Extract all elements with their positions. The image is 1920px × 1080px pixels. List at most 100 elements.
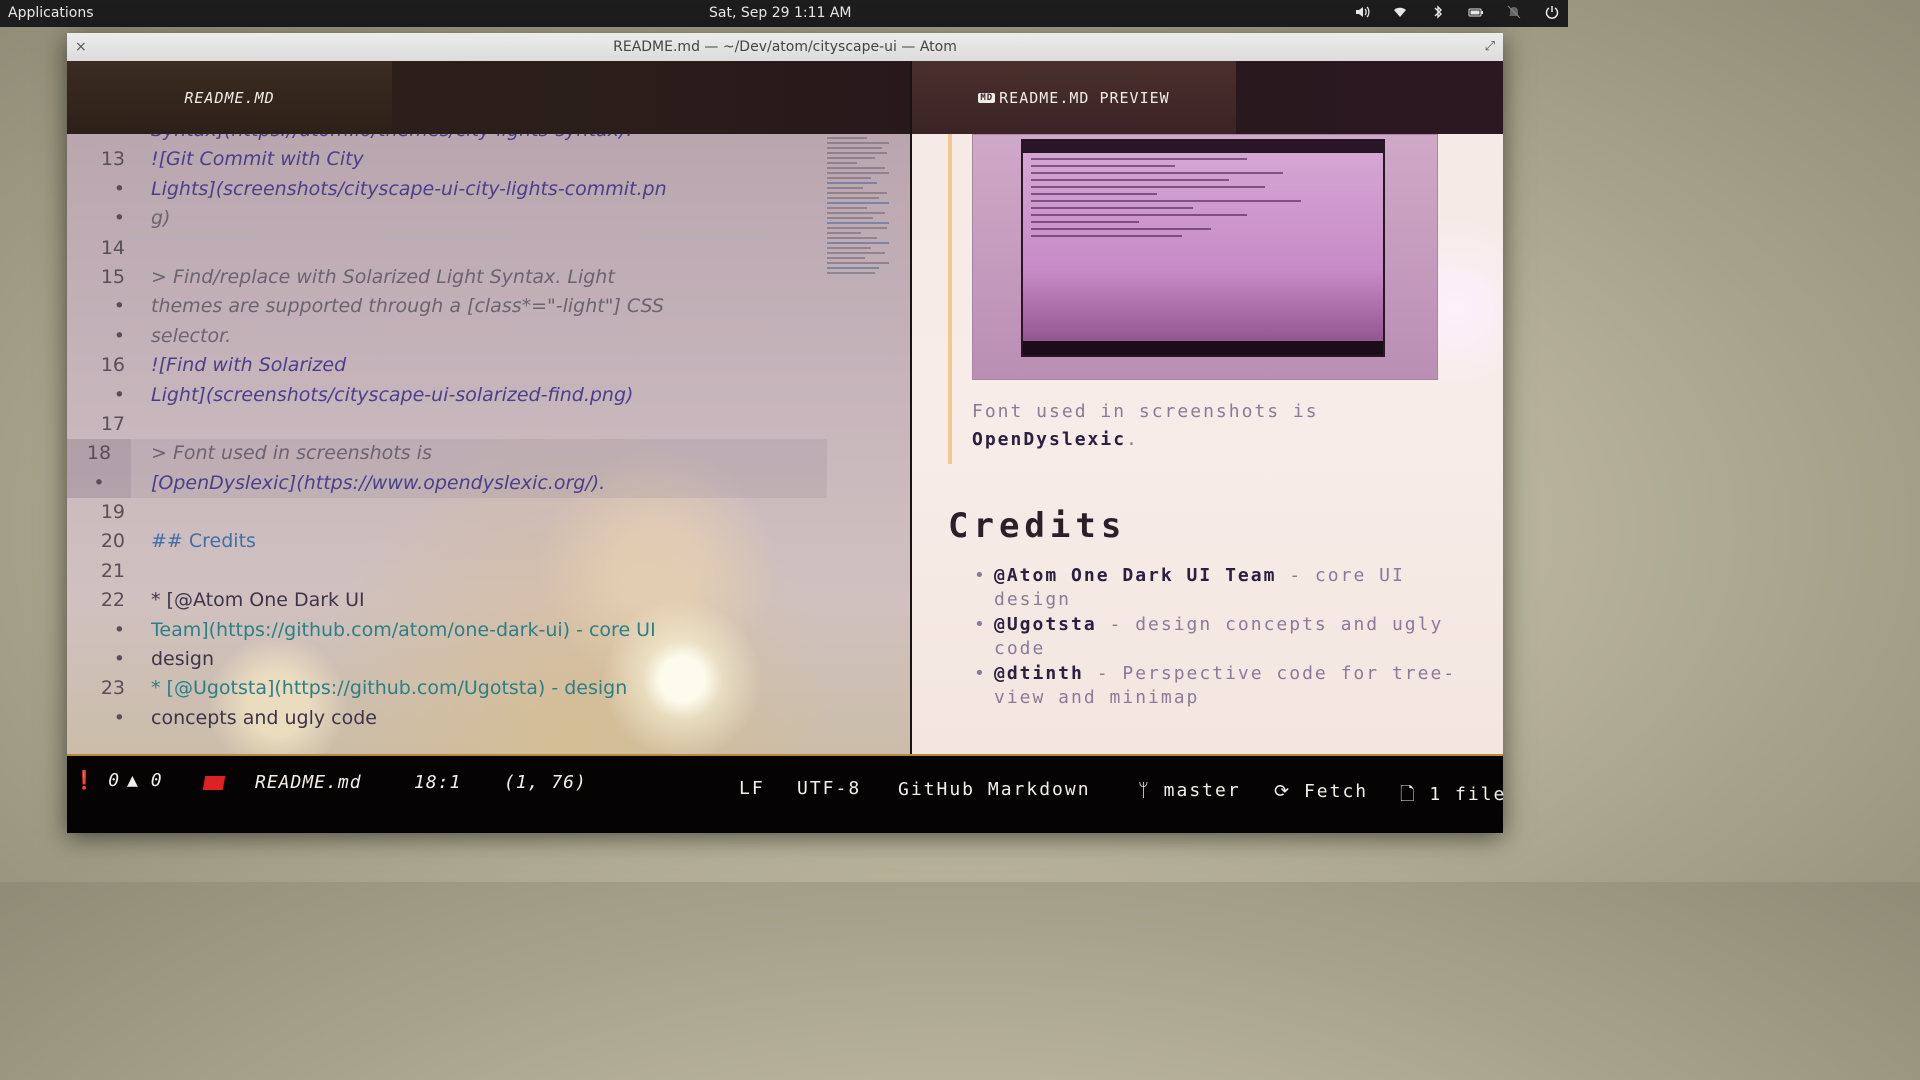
list-item: @dtinth - Perspective code for tree-view… xyxy=(974,662,1474,710)
code-row[interactable]: • concepts and ugly code xyxy=(67,704,827,733)
error-count: 0 xyxy=(108,770,121,791)
font-note-period: . xyxy=(1126,429,1139,450)
line-number: 22 xyxy=(100,589,125,612)
git-branch[interactable]: ᛘ master xyxy=(1138,780,1241,801)
line-number: 21 xyxy=(100,559,125,582)
code-row-active[interactable]: • [OpenDyslexic](https://www.opendyslexic… xyxy=(67,468,827,499)
line-text: design xyxy=(151,648,215,671)
selection-count[interactable]: (1, 76) xyxy=(504,772,587,793)
fetch-label: Fetch xyxy=(1303,781,1369,802)
status-file-name[interactable]: README.md xyxy=(255,772,362,793)
code-row[interactable]: • design xyxy=(67,645,827,674)
code-row[interactable]: • g) xyxy=(67,204,827,233)
line-text: ![Find with Solarized xyxy=(151,354,347,377)
grammar[interactable]: GitHub Markdown xyxy=(898,779,1091,800)
system-tray xyxy=(1354,4,1560,20)
line-number: • xyxy=(113,324,125,347)
line-number: 20 xyxy=(100,530,125,553)
notifications-icon[interactable] xyxy=(1506,4,1522,20)
screenshot-image xyxy=(972,134,1438,380)
list-item: @Atom One Dark UI Team - core UI design xyxy=(974,564,1474,612)
file-diff-icon: 🗋 xyxy=(1400,784,1417,805)
battery-icon[interactable] xyxy=(1468,4,1484,20)
file-status-icon[interactable] xyxy=(202,772,226,793)
warning-icon: ▲ xyxy=(127,770,139,791)
wifi-icon[interactable] xyxy=(1392,4,1408,20)
code-row[interactable]: 17 xyxy=(67,410,827,439)
line-number: 17 xyxy=(100,412,125,435)
code-row[interactable]: 14 xyxy=(67,234,827,263)
clock[interactable]: Sat, Sep 29 1:11 AM xyxy=(709,5,852,21)
code-row[interactable]: 23 * [@Ugotsta](https://github.com/Ugotst… xyxy=(67,674,827,703)
line-text: Light](screenshots/cityscape-ui-solarize… xyxy=(151,383,634,406)
tab-bar: README.MD MD README.MD PREVIEW xyxy=(67,61,1503,134)
close-window-button[interactable]: × xyxy=(75,33,87,61)
line-text: Lights](screenshots/cityscape-ui-city-li… xyxy=(151,177,667,200)
code-row[interactable]: • Light](screenshots/cityscape-ui-solariz… xyxy=(67,381,827,410)
code-row-active[interactable]: 18 > Font used in screenshots is xyxy=(67,439,827,469)
editor-pane[interactable]: • Syntax](https://atom.io/themes/city-lig… xyxy=(67,134,910,754)
line-number: 18 xyxy=(67,439,131,469)
errors-indicator[interactable]: ❗ 0 xyxy=(73,770,120,791)
code-row[interactable]: 21 xyxy=(67,557,827,586)
credits-list: @Atom One Dark UI Team - core UI design … xyxy=(974,564,1474,711)
code-row[interactable]: 16 ![Find with Solarized xyxy=(67,351,827,380)
line-number: • xyxy=(113,207,125,230)
code-lines: • Syntax](https://atom.io/themes/city-lig… xyxy=(67,134,827,733)
tab-readme-preview-label: README.MD PREVIEW xyxy=(999,88,1170,107)
credit-link[interactable]: @Atom One Dark UI Team xyxy=(994,565,1276,586)
blockquote-bar xyxy=(948,134,952,464)
tab-readme[interactable]: README.MD xyxy=(67,61,392,134)
line-text: Team](https://github.com/atom/one-dark-u… xyxy=(151,618,656,641)
preview-blockquote-text: Font used in screenshots is OpenDyslexic… xyxy=(972,398,1452,454)
window-title: README.md — ~/Dev/atom/cityscape-ui — At… xyxy=(613,39,957,55)
code-row[interactable]: 19 xyxy=(67,498,827,527)
credit-link[interactable]: @Ugotsta xyxy=(994,614,1097,635)
code-row[interactable]: • Syntax](https://atom.io/themes/city-lig… xyxy=(67,134,827,145)
line-number: • xyxy=(67,468,131,499)
line-number: 14 xyxy=(100,236,125,259)
line-text: > Font used in screenshots is xyxy=(151,442,432,465)
line-text: concepts and ugly code xyxy=(151,706,377,729)
line-number: • xyxy=(67,134,125,145)
tab-readme-preview[interactable]: MD README.MD PREVIEW xyxy=(912,61,1236,134)
code-row[interactable]: 15 > Find/replace with Solarized Light Sy… xyxy=(67,263,827,292)
bluetooth-icon[interactable] xyxy=(1430,4,1446,20)
code-row[interactable]: • Lights](screenshots/cityscape-ui-city-l… xyxy=(67,175,827,204)
code-row[interactable]: 13 ![Git Commit with City xyxy=(67,145,827,174)
maximize-window-button[interactable]: ⤢ xyxy=(1485,33,1495,61)
line-ending[interactable]: LF xyxy=(739,778,765,799)
branch-name: master xyxy=(1163,780,1241,801)
line-number: 23 xyxy=(100,677,125,700)
warning-count: 0 xyxy=(150,770,163,791)
warnings-indicator[interactable]: ▲ 0 xyxy=(127,770,163,791)
line-number: 13 xyxy=(100,148,125,171)
markdown-preview-pane[interactable]: Font used in screenshots is OpenDyslexic… xyxy=(912,134,1503,754)
opendyslexic-link[interactable]: OpenDyslexic xyxy=(972,429,1126,450)
volume-icon[interactable] xyxy=(1354,4,1370,20)
line-number: • xyxy=(113,648,125,671)
window-titlebar: × README.md — ~/Dev/atom/cityscape-ui — … xyxy=(67,33,1503,62)
encoding[interactable]: UTF-8 xyxy=(797,778,861,799)
fetch-button[interactable]: ⟳ Fetch xyxy=(1274,781,1368,802)
credits-heading: Credits xyxy=(948,506,1127,546)
screenshot-content xyxy=(1021,139,1385,357)
code-row[interactable]: • selector. xyxy=(67,322,827,351)
line-text: Syntax](https://atom.io/themes/city-ligh… xyxy=(151,134,632,145)
line-number: • xyxy=(113,177,125,200)
code-row[interactable]: 22 * [@Atom One Dark UI xyxy=(67,586,827,615)
code-row[interactable]: • Team](https://github.com/atom/one-dark-… xyxy=(67,616,827,645)
line-number: • xyxy=(113,295,125,318)
code-row[interactable]: • themes are supported through a [class*=… xyxy=(67,292,827,321)
minimap[interactable] xyxy=(827,134,897,374)
branch-icon: ᛘ xyxy=(1138,780,1151,801)
code-row[interactable]: 20 ## Credits xyxy=(67,527,827,556)
line-text: selector. xyxy=(151,324,232,347)
applications-menu[interactable]: Applications xyxy=(8,5,94,21)
changed-files[interactable]: 🗋 1 file xyxy=(1400,782,1506,812)
cursor-position[interactable]: 18:1 xyxy=(414,772,461,793)
credit-link[interactable]: @dtinth xyxy=(994,663,1084,684)
power-icon[interactable] xyxy=(1544,4,1560,20)
error-icon: ❗ xyxy=(73,770,97,791)
status-bar: ❗ 0 ▲ 0 README.md 18:1 (1, 76) LF UTF-8 … xyxy=(67,754,1506,833)
